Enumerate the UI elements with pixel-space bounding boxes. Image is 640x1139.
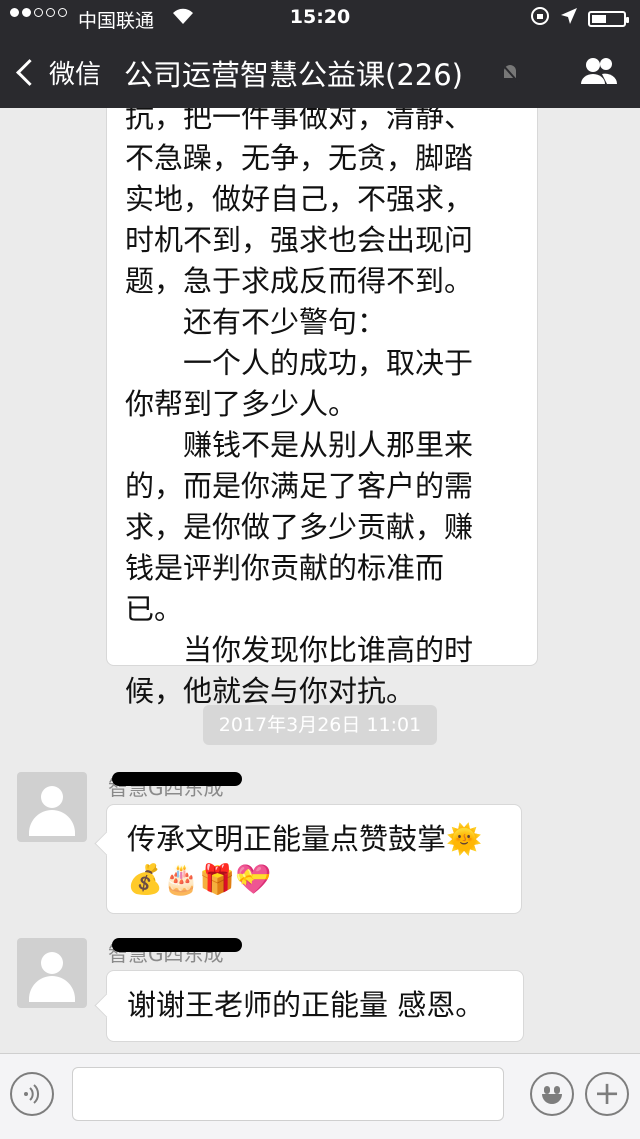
long-message-bubble[interactable]: 抗，把一件事做对，清静、 不急躁，无争，无贪，脚踏 实地，做好自己，不强求， 时机不到… xyxy=(106,92,538,708)
message-input[interactable] xyxy=(72,1067,504,1121)
message-bubble[interactable]: 传承文明正能量点赞鼓掌🌞 💰🎂🎁💝 xyxy=(94,804,522,914)
input-bar: + xyxy=(0,1053,640,1139)
avatar[interactable] xyxy=(17,772,87,842)
redaction-mark xyxy=(112,772,242,786)
chat-title: 公司运营智慧公益课(226) xyxy=(124,58,463,92)
avatar[interactable] xyxy=(17,938,87,1008)
back-label: 微信 xyxy=(49,60,102,90)
message-text: 谢谢王老师的正能量 感恩。 xyxy=(127,988,485,1022)
redaction-mark xyxy=(112,938,242,952)
message-line: 候，他就会与你对抗。 xyxy=(125,674,416,708)
message-line: 钱是评判你贡献的标准而 xyxy=(125,551,445,585)
navigation-bar: 微信 公司运营智慧公益课(226) xyxy=(0,36,640,108)
message-line: 不急躁，无争，无贪，脚踏 xyxy=(125,141,474,175)
message-line: 还有不少警句： xyxy=(125,305,387,339)
voice-icon[interactable] xyxy=(10,1072,54,1116)
top-bar: 中国联通 15:20 微信 公司运营智慧公益课(226) xyxy=(0,0,640,108)
message-line: 你帮到了多少人。 xyxy=(125,387,358,421)
message-line: 时机不到，强求也会出现问 xyxy=(125,223,474,257)
emoji-icon[interactable] xyxy=(530,1072,574,1116)
message-bubble[interactable]: 谢谢王老师的正能量 感恩。 xyxy=(94,970,524,1042)
chevron-left-icon xyxy=(16,59,43,86)
message-line: 赚钱不是从别人那里来 xyxy=(125,428,474,462)
people-icon[interactable] xyxy=(580,56,618,86)
back-button[interactable]: 微信 xyxy=(14,54,101,91)
orientation-lock-icon xyxy=(530,6,550,31)
status-bar: 中国联通 15:20 xyxy=(0,0,640,36)
location-icon xyxy=(560,7,578,30)
message-line: 题，急于求成反而得不到。 xyxy=(125,264,474,298)
message-line: 已。 xyxy=(125,592,184,626)
message-emojis: 💰🎂🎁💝 xyxy=(127,862,272,896)
message-line: 当你发现你比谁高的时 xyxy=(125,633,474,667)
message-line: 求，是你做了多少贡献，赚 xyxy=(125,510,474,544)
message-line: 一个人的成功，取决于 xyxy=(125,346,474,380)
message-line: 实地，做好自己，不强求， xyxy=(125,182,474,216)
battery-icon xyxy=(588,10,629,27)
message-text: 传承文明正能量点赞鼓掌🌞 xyxy=(127,822,483,856)
plus-icon[interactable]: + xyxy=(585,1072,629,1116)
message-line: 的，而是你满足了客户的需 xyxy=(125,469,474,503)
bell-muted-icon xyxy=(500,62,520,89)
